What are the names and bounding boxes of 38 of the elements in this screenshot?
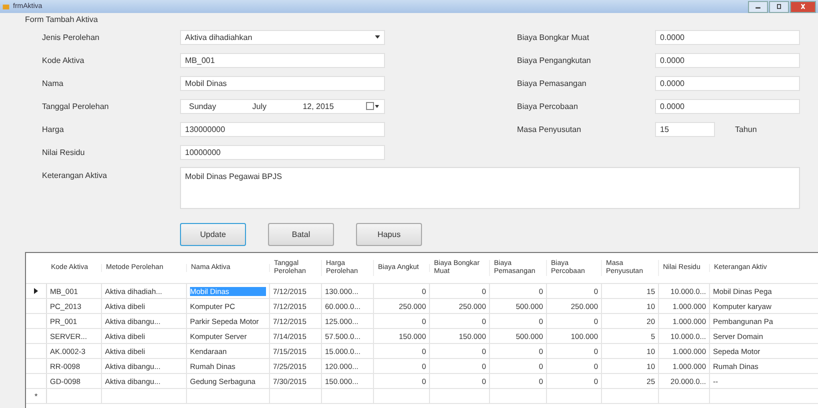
date-picker[interactable]: Sunday July 12, 2015: [180, 98, 385, 114]
field-label: Kode Aktiva: [42, 56, 86, 64]
text-field[interactable]: 130000000: [180, 122, 385, 136]
text-field[interactable]: 0.0000: [655, 98, 800, 114]
calendar-icon: [366, 102, 380, 110]
field-label: Biaya Pemasangan: [517, 78, 588, 88]
dropdown-arrow-icon: [375, 35, 380, 39]
text-field[interactable]: 15: [655, 122, 715, 136]
field-label: Biaya Pengangkutan: [517, 56, 592, 64]
field-label: Masa Penyusutan: [517, 124, 582, 134]
maximize-button[interactable]: [769, 0, 789, 12]
group-title: Form Tambah Aktiva: [25, 15, 98, 24]
text-field[interactable]: MB_001: [180, 52, 385, 68]
field-label: Biaya Percobaan: [517, 102, 579, 110]
field-label: Keterangan Aktiva: [42, 170, 108, 182]
text-field[interactable]: Mobil Dinas: [180, 76, 385, 90]
field-label: Nama: [42, 78, 64, 88]
field-label: Harga: [42, 124, 65, 134]
field-label: Biaya Bongkar Muat: [517, 32, 590, 42]
field-label: Jenis Perolehan: [42, 32, 100, 42]
action-button[interactable]: Update: [180, 223, 246, 246]
field-label: Nilai Residu: [42, 148, 86, 156]
text-field[interactable]: 0.0000: [655, 76, 800, 90]
unit-label: Tahun: [735, 124, 757, 134]
close-icon: [799, 4, 807, 9]
text-field[interactable]: 10000000: [180, 144, 385, 160]
action-button[interactable]: Batal: [268, 223, 334, 246]
action-button[interactable]: Hapus: [356, 223, 422, 246]
maximize-icon: [775, 4, 783, 9]
minimize-button[interactable]: [748, 0, 768, 12]
dropdown[interactable]: Aktiva dihadiahkan: [180, 30, 385, 44]
field-label: Tanggal Perolehan: [42, 102, 110, 110]
app-icon: [2, 2, 10, 10]
new-row-marker: *: [34, 392, 38, 400]
text-field[interactable]: 0.0000: [655, 52, 800, 68]
close-button[interactable]: [790, 0, 816, 12]
text-field[interactable]: 0.0000: [655, 30, 800, 44]
notes-field[interactable]: Mobil Dinas Pegawai BPJS: [180, 167, 800, 209]
